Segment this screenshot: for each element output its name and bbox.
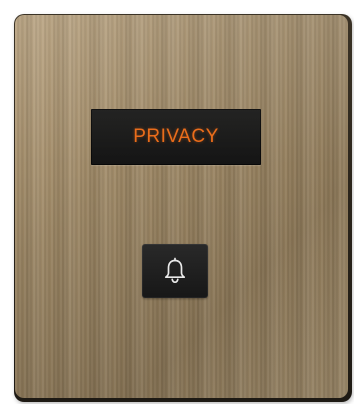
brushed-metal-plate: PRIVACY	[15, 15, 348, 398]
wall-switch-scene: PRIVACY	[0, 0, 354, 404]
privacy-indicator-label: PRIVACY	[133, 126, 219, 147]
doorbell-button[interactable]	[142, 244, 208, 298]
bell-icon	[164, 257, 186, 284]
privacy-indicator-display: PRIVACY	[91, 109, 261, 165]
